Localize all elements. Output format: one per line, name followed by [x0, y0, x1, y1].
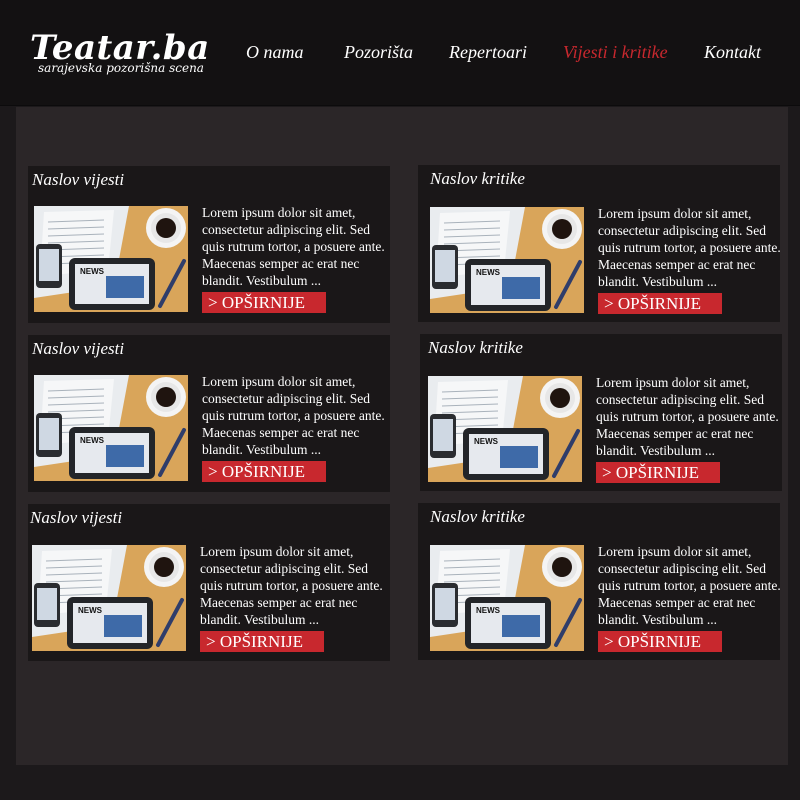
news-thumbnail-icon[interactable]: NEWS [32, 545, 186, 651]
card-excerpt: Lorem ipsum dolor sit amet, consectetur … [202, 374, 385, 457]
news-thumbnail-icon[interactable]: NEWS [430, 207, 584, 313]
read-more-button[interactable]: > OPŠIRNIJE [202, 461, 326, 482]
news-thumbnail-svg: NEWS [34, 206, 188, 312]
card-title[interactable]: Naslov kritike [428, 337, 523, 359]
card-excerpt: Lorem ipsum dolor sit amet, consectetur … [598, 206, 781, 289]
tablet-caption: NEWS [78, 606, 103, 615]
nav-item-pozorista[interactable]: Pozorišta [344, 40, 413, 64]
nav-item-kontakt[interactable]: Kontakt [704, 40, 761, 64]
main-nav: O nama Pozorišta Repertoari Vijesti i kr… [0, 40, 800, 64]
tablet-caption: NEWS [476, 606, 501, 615]
news-thumbnail-svg: NEWS [32, 545, 186, 651]
tablet-caption: NEWS [80, 436, 105, 445]
review-card: Naslov kritike NEWS Lorem ipsum dolor si… [418, 165, 781, 322]
read-more-button[interactable]: > OPŠIRNIJE [598, 631, 722, 652]
tablet-caption: NEWS [80, 267, 105, 276]
news-thumbnail-icon[interactable]: NEWS [34, 375, 188, 481]
news-thumbnail-icon[interactable]: NEWS [428, 376, 582, 482]
news-thumbnail-icon[interactable]: NEWS [430, 545, 584, 651]
tablet-caption: NEWS [474, 437, 499, 446]
read-more-button[interactable]: > OPŠIRNIJE [596, 462, 720, 483]
news-thumbnail-svg: NEWS [430, 545, 584, 651]
site-header: Teatar.ba sarajevska pozorišna scena O n… [0, 0, 800, 106]
news-card: Naslov vijesti NEWS Lorem ipsum dolor si… [28, 335, 390, 492]
card-title[interactable]: Naslov vijesti [32, 338, 124, 360]
news-thumbnail-svg: NEWS [430, 207, 584, 313]
read-more-button[interactable]: > OPŠIRNIJE [200, 631, 324, 652]
read-more-button[interactable]: > OPŠIRNIJE [598, 293, 722, 314]
review-card: Naslov kritike NEWS Lorem ipsum dolor si… [418, 503, 781, 660]
tablet-caption: NEWS [476, 268, 501, 277]
nav-item-vijesti-i-kritike[interactable]: Vijesti i kritike [563, 40, 668, 64]
card-title[interactable]: Naslov vijesti [30, 507, 122, 529]
news-thumbnail-icon[interactable]: NEWS [34, 206, 188, 312]
news-card: Naslov vijesti NEWS Lorem ipsum dolor si… [28, 504, 390, 661]
nav-item-o-nama[interactable]: O nama [246, 40, 304, 64]
news-thumbnail-svg: NEWS [34, 375, 188, 481]
card-title[interactable]: Naslov vijesti [32, 169, 124, 191]
read-more-button[interactable]: > OPŠIRNIJE [202, 292, 326, 313]
card-excerpt: Lorem ipsum dolor sit amet, consectetur … [598, 544, 781, 627]
news-thumbnail-svg: NEWS [428, 376, 582, 482]
card-title[interactable]: Naslov kritike [430, 168, 525, 190]
review-card: Naslov kritike NEWS Lorem ipsum dolor si… [420, 334, 782, 491]
news-card: Naslov vijesti NEWS Lorem ipsum dolor si… [28, 166, 390, 323]
card-title[interactable]: Naslov kritike [430, 506, 525, 528]
card-excerpt: Lorem ipsum dolor sit amet, consectetur … [200, 544, 383, 627]
nav-item-repertoari[interactable]: Repertoari [449, 40, 527, 64]
card-excerpt: Lorem ipsum dolor sit amet, consectetur … [202, 205, 385, 288]
card-excerpt: Lorem ipsum dolor sit amet, consectetur … [596, 375, 779, 458]
